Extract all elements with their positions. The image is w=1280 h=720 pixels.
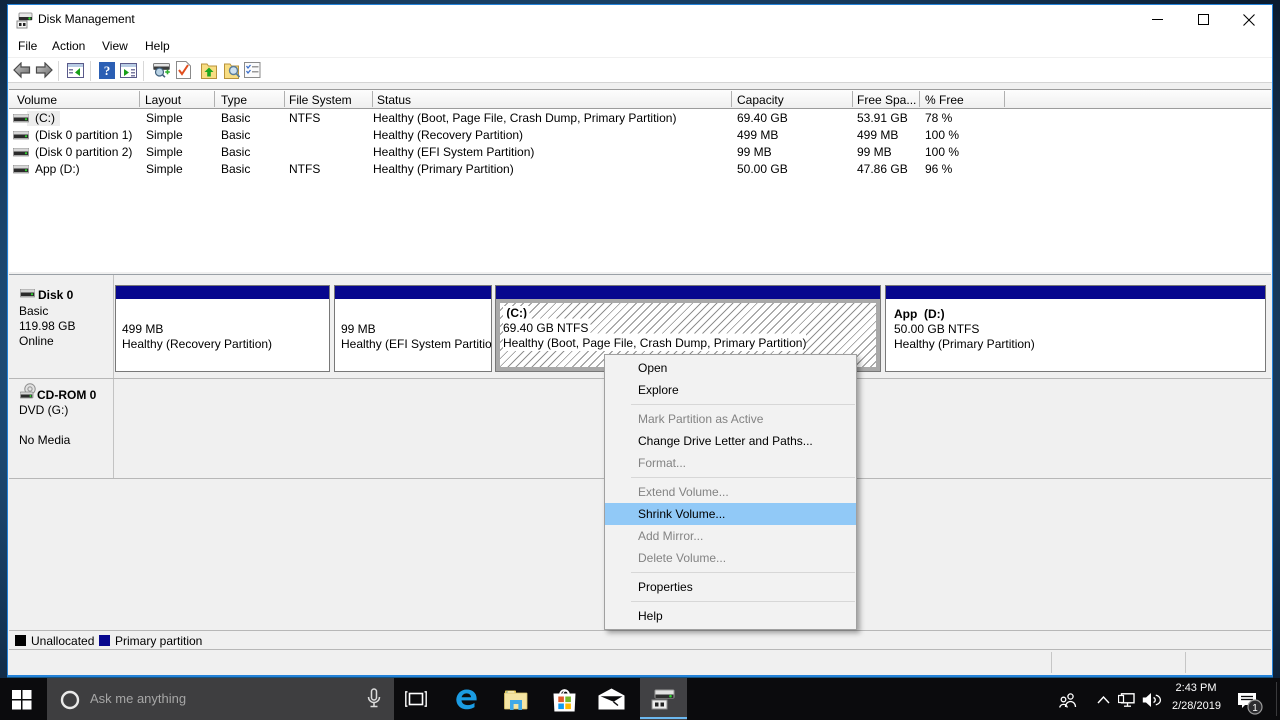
svg-text:1: 1: [1252, 703, 1258, 714]
svg-text:?: ?: [104, 63, 111, 78]
